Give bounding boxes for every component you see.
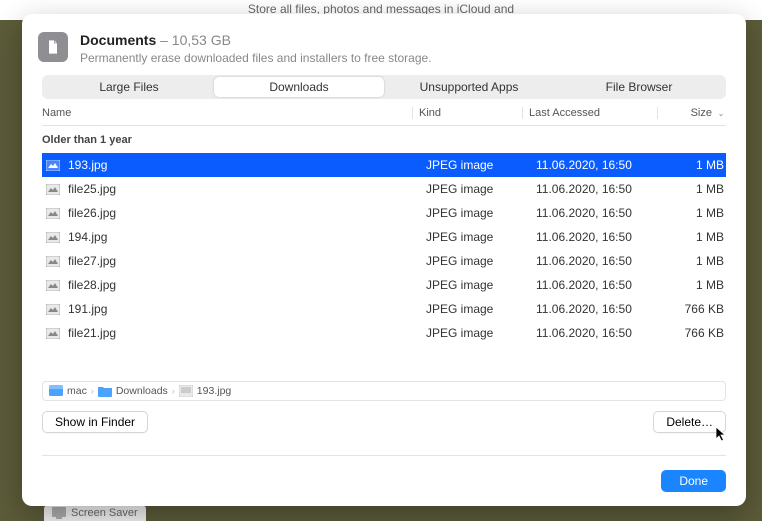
file-date: 11.06.2020, 16:50	[536, 182, 671, 196]
breadcrumb: mac › Downloads › 193.jpg	[42, 381, 726, 401]
file-date: 11.06.2020, 16:50	[536, 326, 671, 340]
file-size: 1 MB	[671, 182, 726, 196]
chevron-down-icon[interactable]: ⌄	[716, 109, 726, 118]
tab-downloads[interactable]: Downloads	[214, 77, 384, 97]
file-name: file28.jpg	[68, 278, 426, 292]
image-file-icon	[179, 385, 193, 397]
image-file-icon	[46, 231, 60, 243]
table-row[interactable]: file25.jpgJPEG image11.06.2020, 16:501 M…	[42, 177, 726, 201]
table-row[interactable]: file28.jpgJPEG image11.06.2020, 16:501 M…	[42, 273, 726, 297]
file-kind: JPEG image	[426, 278, 536, 292]
file-kind: JPEG image	[426, 254, 536, 268]
file-size: 766 KB	[671, 302, 726, 316]
folder-icon	[98, 385, 112, 397]
image-file-icon	[46, 159, 60, 171]
image-file-icon	[46, 255, 60, 267]
image-file-icon	[46, 279, 60, 291]
file-size: 766 KB	[671, 326, 726, 340]
table-row[interactable]: file26.jpgJPEG image11.06.2020, 16:501 M…	[42, 201, 726, 225]
chevron-right-icon: ›	[172, 386, 175, 396]
storage-documents-modal: Documents – 10,53 GB Permanently erase d…	[22, 14, 746, 506]
page-subtitle: Permanently erase downloaded files and i…	[80, 51, 432, 65]
image-file-icon	[46, 207, 60, 219]
breadcrumb-file[interactable]: 193.jpg	[197, 385, 231, 397]
background-app-row: Screen Saver	[44, 505, 146, 521]
table-row[interactable]: 191.jpgJPEG image11.06.2020, 16:50766 KB	[42, 297, 726, 321]
tab-bar: Large Files Downloads Unsupported Apps F…	[42, 75, 726, 99]
file-size: 1 MB	[671, 278, 726, 292]
footer-actions: Show in Finder Delete…	[22, 411, 746, 445]
image-file-icon	[46, 303, 60, 315]
tab-large-files[interactable]: Large Files	[44, 77, 214, 97]
column-header-last-accessed[interactable]: Last Accessed	[522, 107, 657, 119]
show-in-finder-button[interactable]: Show in Finder	[42, 411, 148, 433]
file-date: 11.06.2020, 16:50	[536, 302, 671, 316]
file-size: 1 MB	[671, 206, 726, 220]
file-name: 194.jpg	[68, 230, 426, 244]
file-kind: JPEG image	[426, 230, 536, 244]
file-list: Older than 1 year 193.jpgJPEG image11.06…	[42, 125, 726, 377]
file-size: 1 MB	[671, 230, 726, 244]
file-date: 11.06.2020, 16:50	[536, 230, 671, 244]
documents-icon	[38, 32, 68, 62]
table-row[interactable]: 193.jpgJPEG image11.06.2020, 16:501 MB	[42, 153, 726, 177]
image-file-icon	[46, 327, 60, 339]
column-header-name[interactable]: Name	[42, 107, 412, 119]
file-kind: JPEG image	[426, 326, 536, 340]
table-row[interactable]: file27.jpgJPEG image11.06.2020, 16:501 M…	[42, 249, 726, 273]
image-file-icon	[46, 183, 60, 195]
file-date: 11.06.2020, 16:50	[536, 278, 671, 292]
file-size: 1 MB	[671, 158, 726, 172]
file-kind: JPEG image	[426, 302, 536, 316]
file-date: 11.06.2020, 16:50	[536, 254, 671, 268]
column-header-kind[interactable]: Kind	[412, 107, 522, 119]
modal-header: Documents – 10,53 GB Permanently erase d…	[22, 14, 746, 75]
file-name: file21.jpg	[68, 326, 426, 340]
file-name: 191.jpg	[68, 302, 426, 316]
file-name: file25.jpg	[68, 182, 426, 196]
chevron-right-icon: ›	[91, 386, 94, 396]
file-name: file27.jpg	[68, 254, 426, 268]
tab-file-browser[interactable]: File Browser	[554, 77, 724, 97]
page-title: Documents	[80, 32, 156, 48]
delete-button[interactable]: Delete…	[653, 411, 726, 433]
file-kind: JPEG image	[426, 206, 536, 220]
file-name: 193.jpg	[68, 158, 426, 172]
storage-size: – 10,53 GB	[156, 32, 231, 48]
column-headers: Name Kind Last Accessed Size ⌄	[22, 99, 746, 125]
tab-unsupported-apps[interactable]: Unsupported Apps	[384, 77, 554, 97]
breadcrumb-folder[interactable]: Downloads	[116, 385, 168, 397]
table-row[interactable]: 194.jpgJPEG image11.06.2020, 16:501 MB	[42, 225, 726, 249]
done-button[interactable]: Done	[661, 470, 726, 492]
file-kind: JPEG image	[426, 182, 536, 196]
column-header-size[interactable]: Size	[657, 107, 712, 119]
table-row[interactable]: file21.jpgJPEG image11.06.2020, 16:50766…	[42, 321, 726, 345]
file-name: file26.jpg	[68, 206, 426, 220]
file-date: 11.06.2020, 16:50	[536, 206, 671, 220]
header-text: Documents – 10,53 GB Permanently erase d…	[80, 32, 432, 65]
file-size: 1 MB	[671, 254, 726, 268]
disk-icon	[49, 385, 63, 397]
breadcrumb-root[interactable]: mac	[67, 385, 87, 397]
file-date: 11.06.2020, 16:50	[536, 158, 671, 172]
file-kind: JPEG image	[426, 158, 536, 172]
group-header: Older than 1 year	[42, 126, 726, 153]
